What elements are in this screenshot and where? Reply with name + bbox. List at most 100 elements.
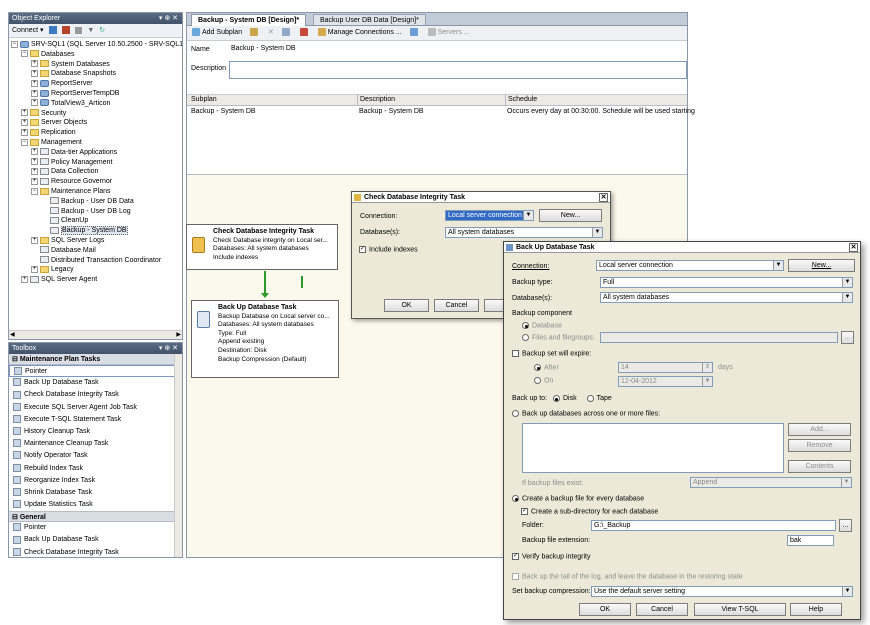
tree-node[interactable]: + Server Objects: [11, 118, 182, 128]
if-exists-select[interactable]: Append ▼: [690, 477, 852, 488]
cancel-button[interactable]: Cancel: [434, 299, 479, 312]
connect-button[interactable]: Connect ▾: [12, 27, 44, 34]
databases-select[interactable]: All system databases ▼: [600, 292, 853, 303]
panel-pin-icon[interactable]: ▾ ⊕ ✕: [159, 343, 178, 354]
tree-node[interactable]: + Replication: [11, 128, 182, 138]
grid-row[interactable]: Backup - System DB Backup - System DB Oc…: [187, 106, 695, 117]
browse-files-button[interactable]: ...: [841, 331, 854, 344]
filter-icon[interactable]: ▼: [87, 24, 94, 38]
vertical-scrollbar[interactable]: [174, 354, 182, 557]
browse-folder-button[interactable]: ...: [839, 519, 852, 532]
backup-database-task-shape[interactable]: Back Up Database Task Backup Database on…: [191, 300, 339, 378]
expand-icon[interactable]: +: [31, 158, 38, 166]
tree-node[interactable]: Database Mail: [11, 246, 182, 256]
toolbox-group-header[interactable]: ⊟ General: [9, 511, 182, 523]
add-subplan-button[interactable]: Add Subplan: [189, 26, 245, 40]
column-header-description[interactable]: Description: [357, 95, 395, 105]
logging-icon[interactable]: [407, 26, 423, 40]
tree-node[interactable]: + Policy Management: [11, 158, 182, 168]
toolbox-item[interactable]: History Cleanup Task: [9, 426, 182, 438]
tree-node[interactable]: − Management: [11, 138, 182, 148]
backup-expire-checkbox[interactable]: Backup set will expire:: [512, 350, 591, 357]
expand-icon[interactable]: +: [21, 128, 28, 136]
tree-node[interactable]: + ReportServer: [11, 79, 182, 89]
files-filegroups-field[interactable]: [600, 332, 838, 343]
toolbox-group-header[interactable]: ⊟ Maintenance Plan Tasks: [9, 354, 182, 365]
tree-node[interactable]: Backup - System DB: [11, 226, 182, 236]
manage-connections-button[interactable]: Manage Connections ...: [315, 26, 405, 40]
databases-select[interactable]: All system databases ▼: [445, 227, 603, 238]
verify-integrity-checkbox[interactable]: ✓ Verify backup integrity: [512, 553, 590, 560]
horizontal-scrollbar[interactable]: ◀ ▶: [9, 330, 182, 339]
toolbox-item[interactable]: Back Up Database Task: [9, 534, 182, 546]
on-date-picker[interactable]: 12-04-2012 ▼: [618, 376, 713, 387]
create-file-radio[interactable]: Create a backup file for every database: [512, 495, 644, 502]
expand-icon[interactable]: +: [31, 60, 38, 68]
toolbox-item[interactable]: Execute SQL Server Agent Job Task: [9, 402, 182, 414]
tree-node[interactable]: + SQL Server Logs: [11, 236, 182, 246]
ok-button[interactable]: OK: [384, 299, 429, 312]
tree-node[interactable]: + Database Snapshots: [11, 69, 182, 79]
tab-backup-user-db-data[interactable]: Backup User DB Data [Design]*: [313, 14, 426, 25]
collapse-icon[interactable]: ⊟: [12, 356, 20, 363]
tree-node[interactable]: + Data-tier Applications: [11, 148, 182, 158]
expand-icon[interactable]: +: [31, 148, 38, 156]
tree-node[interactable]: + Legacy: [11, 265, 182, 275]
tree-node[interactable]: + SQL Server Agent: [11, 275, 182, 285]
tree-node[interactable]: − SRV-SQL1 (SQL Server 10.50.2500 - SRV-S…: [11, 40, 182, 50]
include-indexes-checkbox[interactable]: ✓ Include indexes: [359, 246, 418, 253]
tree-node[interactable]: + Resource Governor: [11, 177, 182, 187]
scroll-left-icon[interactable]: ◀: [10, 331, 15, 338]
collapse-icon[interactable]: −: [11, 40, 18, 48]
connect-icon[interactable]: [49, 26, 58, 35]
toolbox-item[interactable]: Reorganize Index Task: [9, 475, 182, 487]
tail-log-checkbox[interactable]: Back up the tail of the log, and leave t…: [512, 573, 743, 580]
ok-button[interactable]: OK: [579, 603, 631, 616]
new-connection-button[interactable]: New...: [539, 209, 602, 222]
delete-subplan-icon[interactable]: ✕: [265, 26, 277, 40]
close-icon[interactable]: ✕: [599, 193, 608, 202]
toolbox-item[interactable]: Notify Operator Task: [9, 450, 182, 462]
tree-node[interactable]: + Security: [11, 109, 182, 119]
column-header-schedule[interactable]: Schedule: [505, 95, 537, 105]
expand-icon[interactable]: +: [31, 89, 38, 97]
collapse-icon[interactable]: ⊟: [12, 514, 20, 521]
toolbox-item[interactable]: Pointer: [9, 522, 182, 534]
connection-select[interactable]: Local server connection ▼: [445, 210, 534, 221]
after-radio[interactable]: After: [534, 364, 559, 371]
toolbox-item[interactable]: Check Database Integrity Task: [9, 547, 182, 559]
help-button[interactable]: Help: [790, 603, 842, 616]
files-filegroups-radio[interactable]: Files and filegroups:: [522, 334, 595, 341]
tape-radio[interactable]: Tape: [586, 395, 612, 402]
toolbox-item[interactable]: Pointer: [9, 365, 182, 378]
backup-type-select[interactable]: Full ▼: [600, 277, 853, 288]
sub-directory-checkbox[interactable]: ✓ Create a sub-directory for each databas…: [521, 508, 658, 515]
expand-icon[interactable]: +: [31, 177, 38, 185]
tree-node[interactable]: − Databases: [11, 50, 182, 60]
database-radio[interactable]: Database: [522, 322, 562, 329]
folder-field[interactable]: G:\_Backup: [591, 520, 836, 531]
grid-icon[interactable]: [279, 26, 295, 40]
expand-icon[interactable]: +: [31, 99, 38, 107]
column-header-subplan[interactable]: Subplan: [191, 95, 217, 105]
tree-node[interactable]: − Maintenance Plans: [11, 187, 182, 197]
toolbox-item[interactable]: Back Up Database Task: [9, 377, 182, 389]
after-days-stepper[interactable]: 14 ⇕: [618, 362, 713, 373]
tree-node[interactable]: Backup - User DB Log: [11, 207, 182, 217]
toolbox-item[interactable]: Shrink Database Task: [9, 487, 182, 499]
expand-icon[interactable]: +: [21, 119, 28, 127]
collapse-icon[interactable]: −: [21, 138, 28, 146]
tree-node[interactable]: Backup - User DB Data: [11, 197, 182, 207]
cancel-button[interactable]: Cancel: [636, 603, 688, 616]
tree-node[interactable]: CleanUp: [11, 216, 182, 226]
scroll-right-icon[interactable]: ▶: [176, 331, 181, 338]
tree-node[interactable]: + System Databases: [11, 60, 182, 70]
across-files-radio[interactable]: Back up databases across one or more fil…: [512, 410, 660, 417]
close-icon[interactable]: ✕: [849, 243, 858, 252]
refresh-icon[interactable]: ↻: [99, 24, 105, 38]
stop-icon[interactable]: [75, 26, 83, 34]
tree-node[interactable]: + Data Collection: [11, 167, 182, 177]
disconnect-icon[interactable]: [62, 26, 71, 35]
connector-handle-icon[interactable]: [301, 276, 303, 288]
description-field[interactable]: [229, 61, 687, 79]
